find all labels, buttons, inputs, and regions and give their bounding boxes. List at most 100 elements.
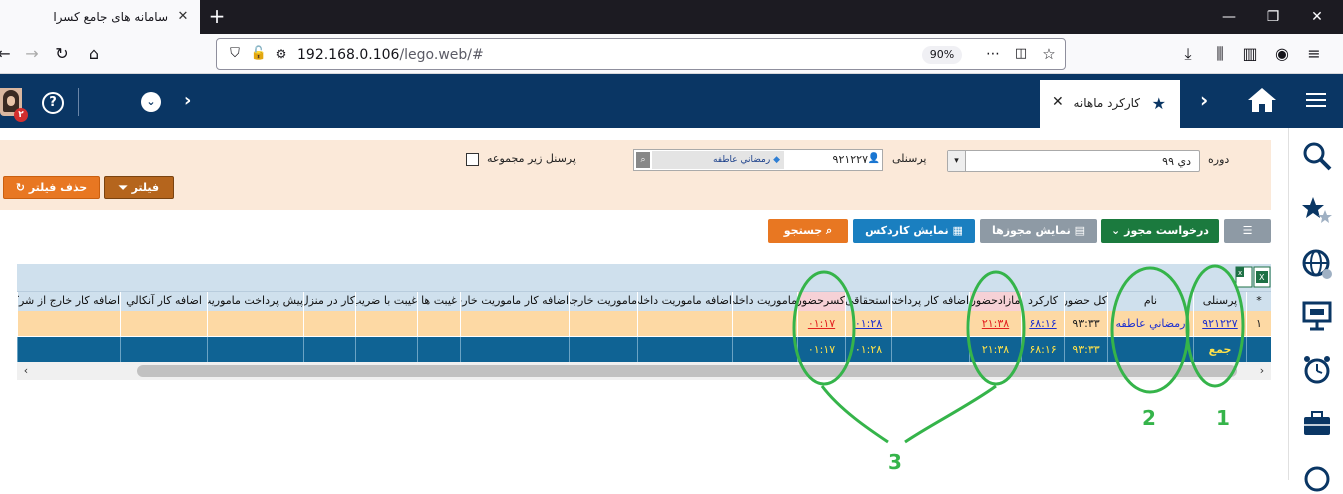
close-icon[interactable]: ✕ — [1052, 94, 1064, 110]
scroll-thumb[interactable] — [137, 365, 1237, 377]
chevron-down-icon[interactable]: ⌄ — [141, 92, 161, 112]
minimize-icon[interactable]: — — [1214, 6, 1244, 28]
chevron-right-icon[interactable]: › — [184, 90, 191, 111]
presentation-icon[interactable] — [1301, 300, 1333, 332]
filter-button[interactable]: فیلتر ⏷ — [104, 176, 174, 199]
empty-cell — [355, 311, 417, 336]
col-header[interactable]: پيش پرداخت ماموريت — [207, 292, 303, 311]
horizontal-scrollbar[interactable]: ‹ › — [17, 362, 1271, 380]
restore-icon[interactable]: ❐ — [1258, 6, 1288, 28]
empty-cell — [120, 311, 207, 336]
more-icon[interactable]: ⋯ — [981, 42, 1005, 66]
deficit-link[interactable]: ۰۱:۱۷ — [797, 311, 845, 336]
col-header[interactable]: اضافه کار ماموريت خارجي — [460, 292, 569, 311]
col-header[interactable]: کارکرد — [1021, 292, 1064, 311]
col-header[interactable]: غيبت ها — [417, 292, 460, 311]
menu-button[interactable]: ☰ — [1224, 219, 1271, 243]
account-icon[interactable]: ◉ — [1270, 42, 1294, 66]
insecure-lock-icon[interactable]: 🔓 — [247, 42, 271, 66]
search-icon: ⌕ — [826, 224, 833, 237]
home-icon[interactable] — [1246, 86, 1278, 114]
browser-tabbar: سامانه های جامع کسرا ✕ + — ❐ ✕ — [0, 0, 1343, 34]
library-icon[interactable]: ⫼ — [1208, 42, 1232, 66]
bookmark-star-icon[interactable]: ☆ — [1037, 42, 1061, 66]
browser-tab[interactable]: سامانه های جامع کسرا ✕ — [0, 0, 200, 34]
star-icon[interactable]: ★ — [1152, 94, 1166, 113]
scroll-right-icon[interactable]: › — [1255, 364, 1269, 378]
clock-icon[interactable] — [1301, 462, 1333, 494]
total-presence-sum: ۹۳:۳۳ — [1064, 337, 1107, 362]
empty-cell — [303, 337, 355, 362]
col-header[interactable]: مازادحضور — [969, 292, 1021, 311]
search-button-label: جستجو — [783, 224, 823, 237]
close-tab-icon[interactable]: ✕ — [174, 8, 192, 26]
close-window-icon[interactable]: ✕ — [1302, 6, 1332, 28]
col-header[interactable]: کل حضور — [1064, 292, 1107, 311]
excel-export-icon[interactable]: x — [1234, 266, 1254, 288]
alarm-clock-icon[interactable] — [1301, 354, 1333, 386]
favorites-icon[interactable] — [1301, 194, 1333, 226]
filter-button-label: فیلتر — [131, 181, 160, 194]
shield-icon[interactable]: ⛉ — [223, 42, 247, 66]
reload-icon[interactable]: ↻ — [50, 42, 74, 66]
col-header[interactable]: کار در منزل — [303, 292, 355, 311]
remove-filter-button[interactable]: حذف فیلتر ↻ — [3, 176, 100, 199]
forward-icon[interactable]: → — [20, 42, 44, 66]
surplus-link[interactable]: ۲۱:۳۸ — [969, 311, 1021, 336]
permissions-icon[interactable]: ⚙ — [269, 42, 293, 66]
search-zoom-icon[interactable] — [1301, 140, 1333, 172]
person-field[interactable]: 👤 ۹۲۱۲۲۷ ◆ رمضاني عاطفه ⌕ — [633, 149, 883, 171]
empty-cell — [732, 311, 797, 336]
globe-icon[interactable] — [1301, 248, 1333, 280]
chevron-down-icon[interactable]: ▾ — [948, 151, 966, 171]
col-header[interactable]: اضافه ماموريت داخلي — [637, 292, 732, 311]
back-icon[interactable]: ← — [0, 42, 16, 66]
briefcase-icon[interactable] — [1301, 408, 1333, 440]
col-header[interactable]: استحقاقی — [845, 292, 891, 311]
url-bar[interactable]: ⛉ 🔓 ⚙ 192.168.0.106/lego.web/# 90% ⋯ ◫ ☆ — [216, 38, 1066, 70]
menu-icon[interactable]: ≡ — [1302, 42, 1326, 66]
col-header[interactable]: پرسنلی — [1193, 292, 1246, 311]
search-icon[interactable]: ⌕ — [636, 152, 650, 168]
show-permits-button[interactable]: ▤ نمایش مجوزها — [980, 219, 1097, 243]
zoom-level[interactable]: 90% — [922, 46, 962, 64]
scroll-left-icon[interactable]: ‹ — [19, 364, 33, 378]
download-icon[interactable]: ⤓ — [1176, 42, 1200, 66]
annotation-number: 3 — [888, 450, 902, 474]
col-header[interactable]: اضافه کار آنکالي — [120, 292, 207, 311]
hamburger-menu-icon[interactable] — [1306, 92, 1326, 108]
table-row[interactable]: ۱ ۹۲۱۲۲۷ رمضاني عاطفه ۹۳:۳۳ ۶۸:۱۶ ۲۱:۳۸ … — [17, 311, 1271, 336]
work-link[interactable]: ۶۸:۱۶ — [1021, 311, 1064, 336]
sidebar-toggle-icon[interactable]: ▥ — [1238, 42, 1262, 66]
url-path: /lego.web/# — [399, 47, 484, 63]
document-icon: ▤ — [1074, 224, 1086, 237]
entitled-link[interactable]: ۰۱:۲۸ — [845, 311, 891, 336]
notification-badge[interactable]: ۲ — [14, 108, 28, 122]
help-icon[interactable]: ? — [42, 92, 64, 114]
show-cardex-button[interactable]: ▦ نمایش کاردکس — [853, 219, 975, 243]
excel-icon[interactable]: X — [1253, 266, 1271, 288]
annotation-number: 2 — [1142, 406, 1156, 430]
subgroup-checkbox[interactable] — [466, 153, 479, 166]
col-header[interactable]: نام — [1107, 292, 1193, 311]
col-header[interactable]: اضافه کار خارج از شرکت — [17, 292, 120, 311]
pocket-icon[interactable]: ◫ — [1009, 42, 1033, 66]
home-icon[interactable]: ⌂ — [82, 42, 106, 66]
col-header[interactable]: اضافه کار پرداختي — [891, 292, 969, 311]
col-header[interactable]: ماموريت داخلي — [732, 292, 797, 311]
period-select[interactable]: دي ۹۹ ▾ — [947, 150, 1200, 172]
col-header[interactable]: کسرحضور — [797, 292, 845, 311]
search-button[interactable]: ⌕ جستجو — [768, 219, 848, 243]
total-presence-cell: ۹۳:۳۳ — [1064, 311, 1107, 336]
person-label: پرسنلی — [892, 152, 927, 165]
chevron-right-icon[interactable]: › — [1200, 88, 1208, 112]
tab-monthly-work[interactable]: ✕ کارکرد ماهانه ★ — [1040, 80, 1180, 128]
request-permit-button[interactable]: درخواست مجوز ⌄ — [1101, 219, 1219, 243]
new-tab-icon[interactable]: + — [206, 6, 228, 28]
chevron-down-icon: ⌄ — [1111, 224, 1121, 237]
empty-cell — [891, 337, 969, 362]
person-code-link[interactable]: ۹۲۱۲۲۷ — [1193, 311, 1246, 336]
period-label: دوره — [1208, 153, 1230, 166]
col-header[interactable]: غيبت با ضريب — [355, 292, 417, 311]
col-header[interactable]: ماموريت خارجي — [569, 292, 637, 311]
